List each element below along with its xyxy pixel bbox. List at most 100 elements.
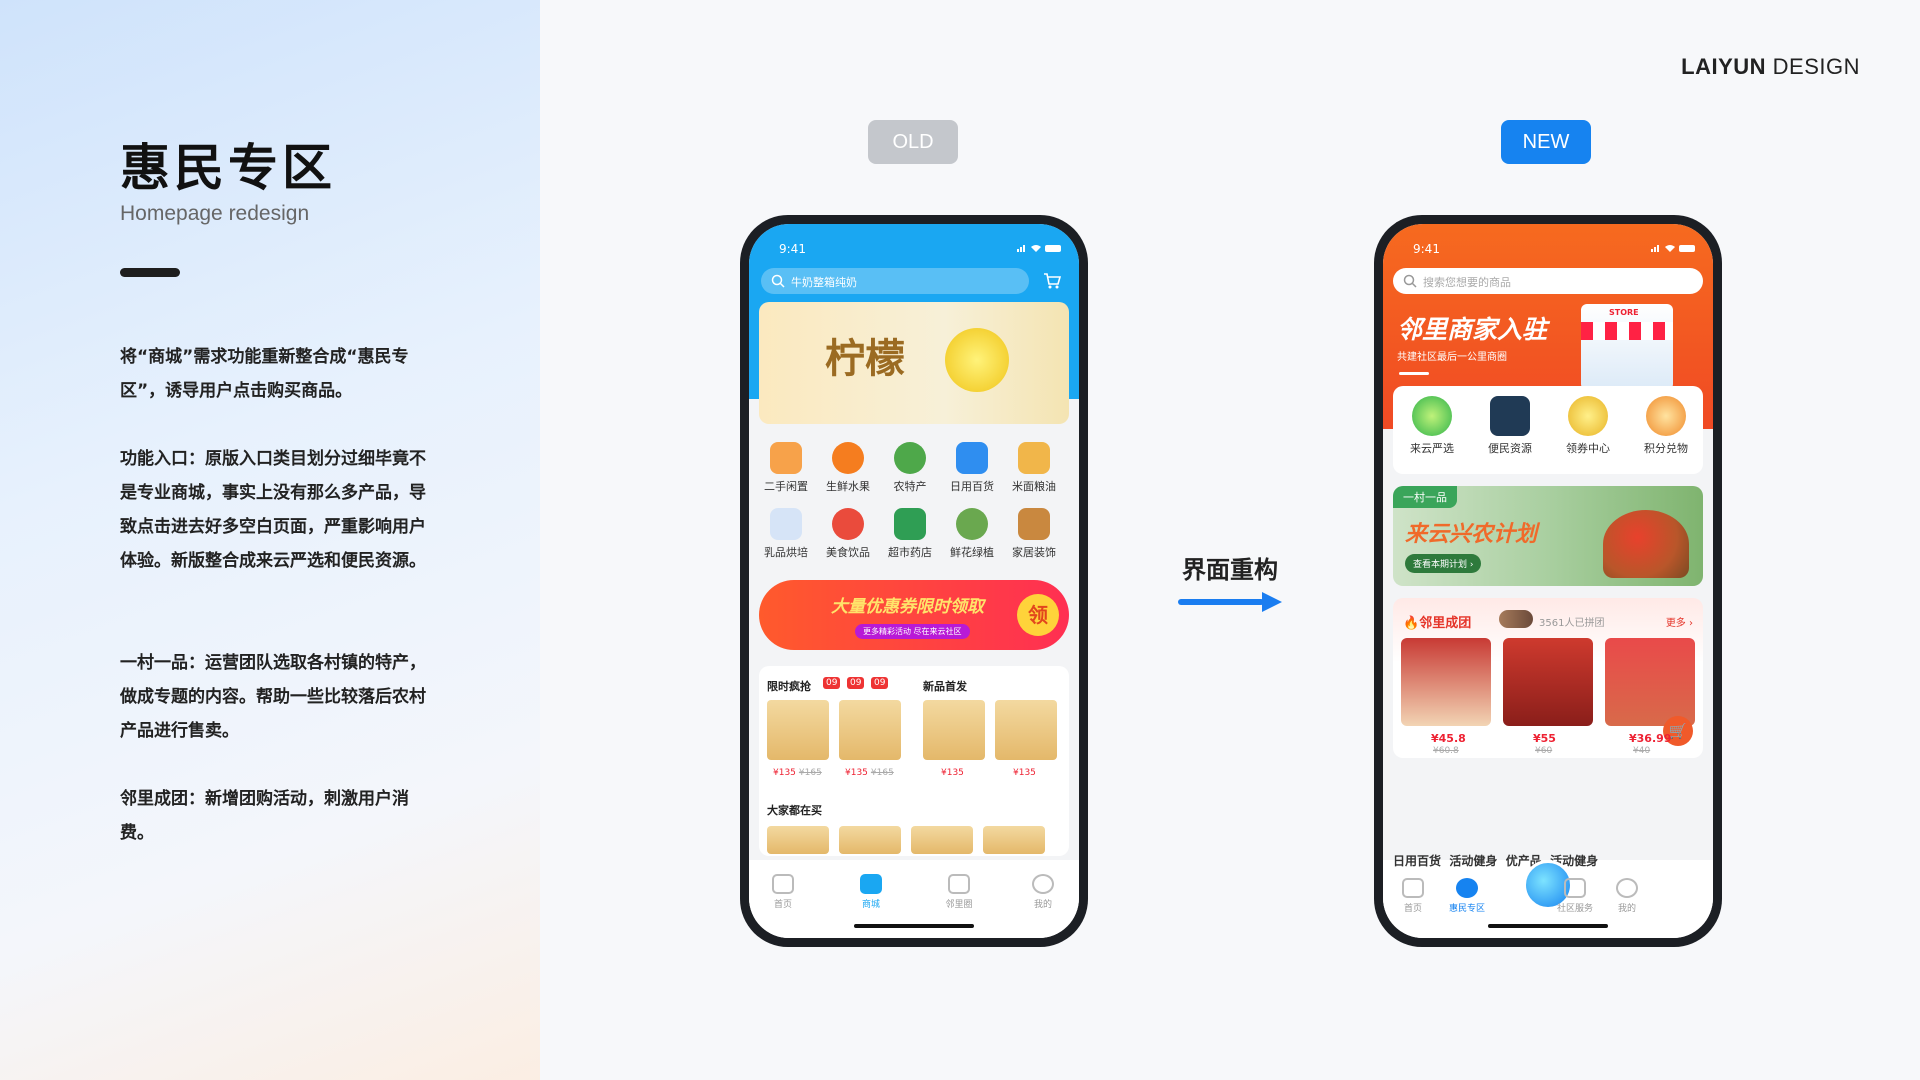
old-status-bar: 9:41 bbox=[749, 224, 1079, 264]
product-image[interactable] bbox=[911, 826, 973, 854]
group-buy-card: 🔥邻里成团 3561人已拼团 更多 › 🛒 ¥45.8 ¥60.8 ¥55 ¥6… bbox=[1393, 598, 1703, 758]
promo-text: 大量优惠券限时领取 bbox=[831, 597, 984, 617]
user-icon bbox=[1616, 878, 1638, 898]
coupon-icon bbox=[1568, 396, 1608, 436]
group-product-image[interactable] bbox=[1605, 638, 1695, 726]
arrow-right-icon bbox=[1178, 592, 1282, 612]
group-price: ¥36.99 bbox=[1629, 732, 1672, 745]
food-icon bbox=[832, 508, 864, 540]
new-status-bar: 9:41 bbox=[1383, 224, 1713, 264]
avatar bbox=[1499, 610, 1533, 628]
group-product-image[interactable] bbox=[1503, 638, 1593, 726]
service-icon bbox=[1564, 878, 1586, 898]
tab-community-service[interactable]: 社区服务 bbox=[1545, 878, 1605, 914]
product-price: ¥135 ¥165 bbox=[845, 768, 894, 778]
status-time: 9:41 bbox=[1413, 242, 1440, 256]
old-phone: 9:41 牛奶整箱纯奶 柠檬 二手闲置 生鲜水果 农特产 日用百货 米面粮油 乳… bbox=[740, 215, 1088, 947]
product-price: ¥135 bbox=[941, 768, 964, 778]
home-icon bbox=[1402, 878, 1424, 898]
product-image[interactable] bbox=[839, 700, 901, 760]
new-tag: NEW bbox=[1501, 120, 1591, 164]
countdown-seconds: 09 bbox=[871, 677, 889, 689]
tab-home[interactable]: 首页 bbox=[1383, 878, 1443, 914]
popular-title: 大家都在买 bbox=[767, 804, 822, 817]
product-price: ¥135 ¥165 bbox=[773, 768, 822, 778]
article-icon bbox=[948, 874, 970, 894]
village-banner[interactable]: 一村一品 来云兴农计划 查看本期计划 › bbox=[1393, 486, 1703, 586]
old-cat-7[interactable]: 超市药店 bbox=[879, 508, 941, 560]
product-image[interactable] bbox=[983, 826, 1045, 854]
title-divider bbox=[120, 268, 180, 277]
group-price: ¥55 bbox=[1533, 732, 1556, 745]
product-image[interactable] bbox=[995, 700, 1057, 760]
lemon-image bbox=[945, 328, 1009, 392]
fruit-icon bbox=[832, 442, 864, 474]
left-panel: 惠民专区 Homepage redesign 将“商城”需求功能重新整合成“惠民… bbox=[0, 0, 540, 1080]
old-banner[interactable]: 柠檬 bbox=[759, 302, 1069, 424]
signal-battery-icon bbox=[1017, 245, 1061, 252]
old-promo-banner[interactable]: 大量优惠券限时领取 更多精彩活动 尽在来云社区 领 bbox=[759, 580, 1069, 650]
user-icon bbox=[1032, 874, 1054, 894]
search-icon bbox=[1403, 274, 1417, 288]
cart-icon[interactable] bbox=[1043, 272, 1061, 290]
product-image[interactable] bbox=[767, 826, 829, 854]
old-cat-9[interactable]: 家居装饰 bbox=[1003, 508, 1065, 560]
old-cat-0[interactable]: 二手闲置 bbox=[755, 442, 817, 494]
old-cat-3[interactable]: 日用百货 bbox=[941, 442, 1003, 494]
new-screen: 9:41 搜索您想要的商品 邻里商家入驻 共建社区最后一公里商圈 STORE 来… bbox=[1383, 224, 1713, 938]
tab-benefit-zone[interactable]: 惠民专区 bbox=[1437, 878, 1497, 914]
new-categories-card: 来云严选 便民资源 领券中心 积分兑物 bbox=[1393, 386, 1703, 474]
tab-mine[interactable]: 我的 bbox=[1597, 878, 1657, 914]
supermarket-icon bbox=[894, 508, 926, 540]
old-cat-6[interactable]: 美食饮品 bbox=[817, 508, 879, 560]
group-product-image[interactable] bbox=[1401, 638, 1491, 726]
old-cat-4[interactable]: 米面粮油 bbox=[1003, 442, 1065, 494]
carousel-dots bbox=[1399, 372, 1429, 375]
promo-claim-button[interactable]: 领 bbox=[1017, 594, 1059, 636]
page-subtitle: Homepage redesign bbox=[120, 202, 310, 225]
promo-sub: 更多精彩活动 尽在来云社区 bbox=[855, 624, 970, 639]
product-image[interactable] bbox=[839, 826, 901, 854]
shop-icon bbox=[860, 874, 882, 894]
old-search-input[interactable]: 牛奶整箱纯奶 bbox=[761, 268, 1029, 294]
new-phone: 9:41 搜索您想要的商品 邻里商家入驻 共建社区最后一公里商圈 STORE 来… bbox=[1374, 215, 1722, 947]
new-banner-sub: 共建社区最后一公里商圈 bbox=[1397, 352, 1507, 363]
signal-battery-icon bbox=[1651, 245, 1695, 252]
product-image[interactable] bbox=[767, 700, 829, 760]
tab-neighbor[interactable]: 邻里圈 bbox=[929, 874, 989, 910]
new-cat-3[interactable]: 积分兑物 bbox=[1635, 396, 1697, 456]
store-illustration: STORE bbox=[1581, 304, 1673, 390]
old-cat-5[interactable]: 乳品烘培 bbox=[755, 508, 817, 560]
group-old-price: ¥60 bbox=[1535, 746, 1553, 756]
tab-home[interactable]: 首页 bbox=[753, 874, 813, 910]
status-time: 9:41 bbox=[779, 242, 806, 256]
old-products-card: 限时疯抢 09 09 09 新品首发 ¥135 ¥165 ¥135 ¥165 ¥13… bbox=[759, 666, 1069, 856]
heart-icon bbox=[1456, 878, 1478, 898]
farm-icon bbox=[894, 442, 926, 474]
new-search-input[interactable]: 搜索您想要的商品 bbox=[1393, 268, 1703, 294]
new-cat-2[interactable]: 领券中心 bbox=[1557, 396, 1619, 456]
product-price: ¥135 bbox=[1013, 768, 1036, 778]
banner-text: 柠檬 bbox=[825, 335, 905, 382]
selected-goods-icon bbox=[1412, 396, 1452, 436]
village-plan-button[interactable]: 查看本期计划 › bbox=[1405, 554, 1482, 573]
old-cat-8[interactable]: 鲜花绿植 bbox=[941, 508, 1003, 560]
points-icon bbox=[1646, 396, 1686, 436]
new-cat-0[interactable]: 来云严选 bbox=[1401, 396, 1463, 456]
resources-icon bbox=[1490, 396, 1530, 436]
group-more-link[interactable]: 更多 › bbox=[1666, 614, 1693, 629]
old-tag: OLD bbox=[868, 120, 958, 164]
home-indicator bbox=[854, 924, 974, 928]
bottom-category-strip[interactable]: 日用百货 活动健身 优产品 活动健身 bbox=[1393, 852, 1598, 869]
product-image[interactable] bbox=[923, 700, 985, 760]
tab-mine[interactable]: 我的 bbox=[1013, 874, 1073, 910]
search-icon bbox=[771, 274, 785, 288]
old-cat-1[interactable]: 生鲜水果 bbox=[817, 442, 879, 494]
new-tab-bar: 日用百货 活动健身 优产品 活动健身 首页 惠民专区 社区服务 我的 bbox=[1383, 854, 1713, 938]
vegetables-image bbox=[1603, 510, 1689, 578]
furniture-icon bbox=[1018, 508, 1050, 540]
tab-mall[interactable]: 商城 bbox=[841, 874, 901, 910]
new-cat-1[interactable]: 便民资源 bbox=[1479, 396, 1541, 456]
old-cat-2[interactable]: 农特产 bbox=[879, 442, 941, 494]
group-title: 🔥邻里成团 bbox=[1403, 616, 1472, 631]
